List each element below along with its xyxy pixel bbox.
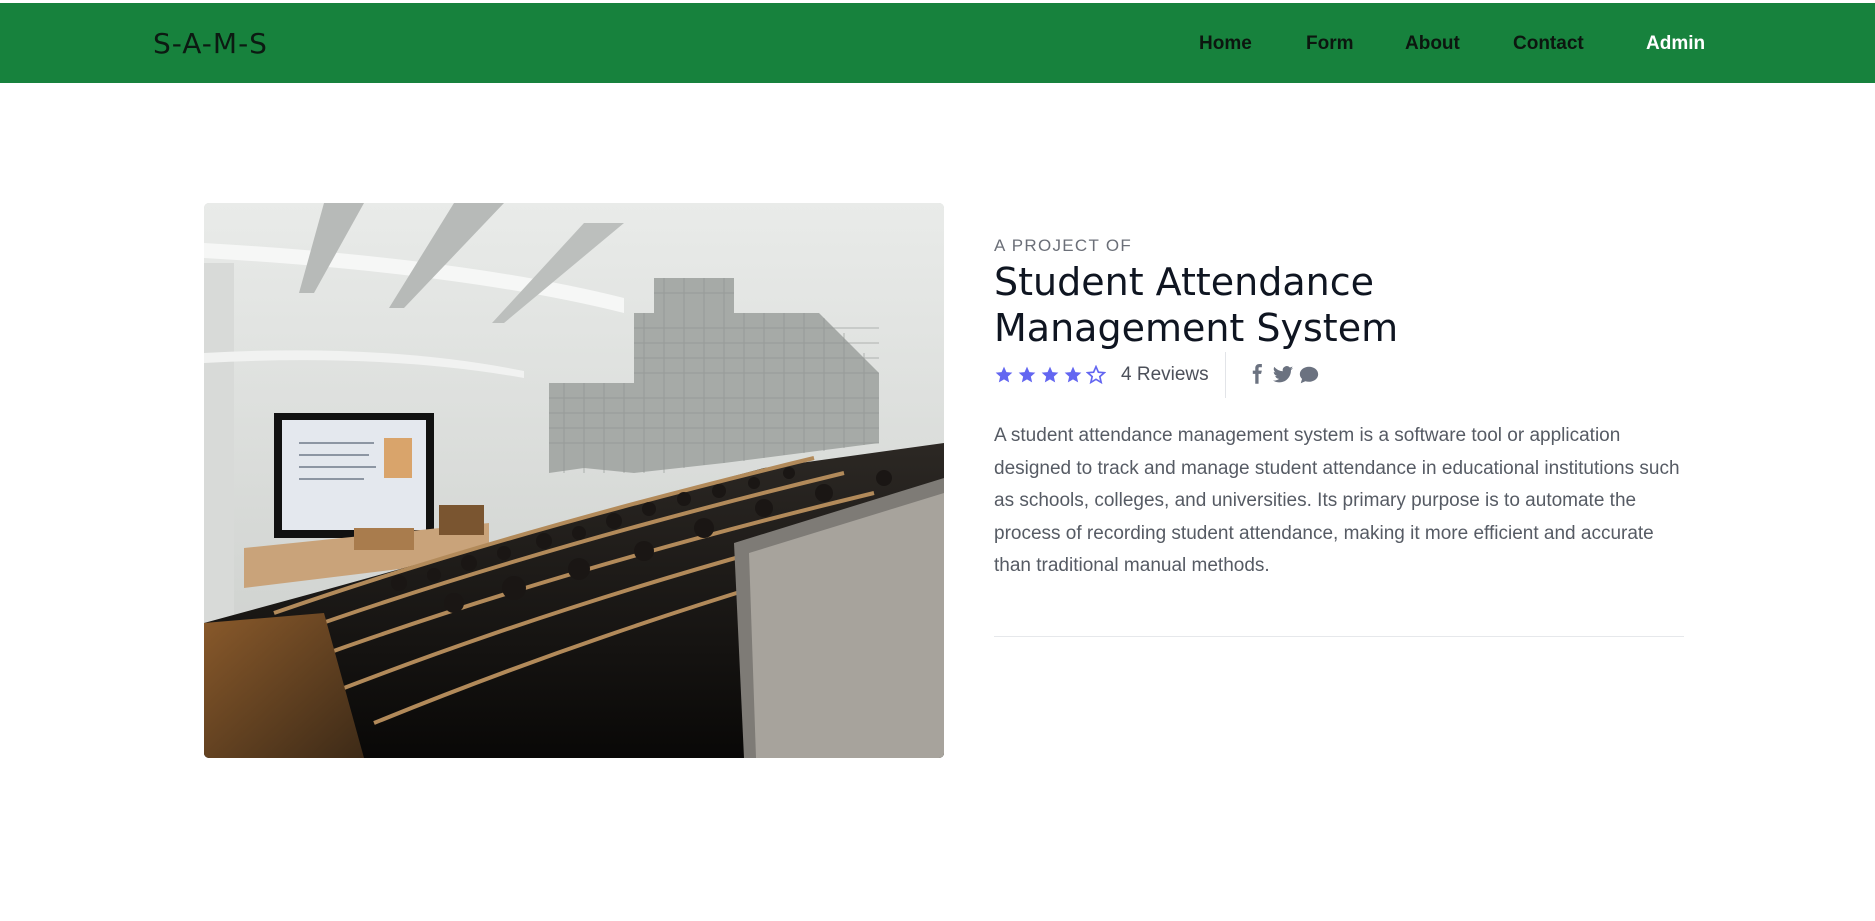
rating-row: 4 Reviews <box>994 352 1320 398</box>
nav-link-home[interactable]: Home <box>1199 33 1252 55</box>
nav-link-admin[interactable]: Admin <box>1646 33 1705 55</box>
social-links <box>1246 364 1320 386</box>
chat-icon[interactable] <box>1298 364 1320 386</box>
nav-link-form[interactable]: Form <box>1306 33 1354 55</box>
star-rating <box>994 365 1109 385</box>
star-filled-icon <box>1018 366 1036 383</box>
nav-link-contact[interactable]: Contact <box>1513 33 1584 55</box>
brand-logo[interactable]: S-A-M-S <box>153 27 268 60</box>
lecture-hall-image <box>204 203 944 758</box>
star-filled-icon <box>995 366 1013 383</box>
star-empty-icon <box>1086 365 1106 385</box>
top-navbar: S-A-M-S Home Form About Contact Admin <box>0 3 1875 83</box>
horizontal-divider <box>994 636 1684 637</box>
reviews-count: 4 Reviews <box>1121 364 1209 385</box>
star-filled-icon <box>1064 366 1082 383</box>
page-title: Student Attendance Management System <box>994 260 1399 350</box>
twitter-icon[interactable] <box>1272 364 1294 386</box>
lecture-hall-photo <box>204 203 944 758</box>
facebook-icon[interactable] <box>1246 364 1268 386</box>
nav-link-about[interactable]: About <box>1405 33 1460 55</box>
star-filled-icon <box>1041 366 1059 383</box>
vertical-divider <box>1224 352 1226 398</box>
project-description: A student attendance management system i… <box>994 425 1680 576</box>
project-subtitle: A PROJECT OF <box>994 236 1133 255</box>
